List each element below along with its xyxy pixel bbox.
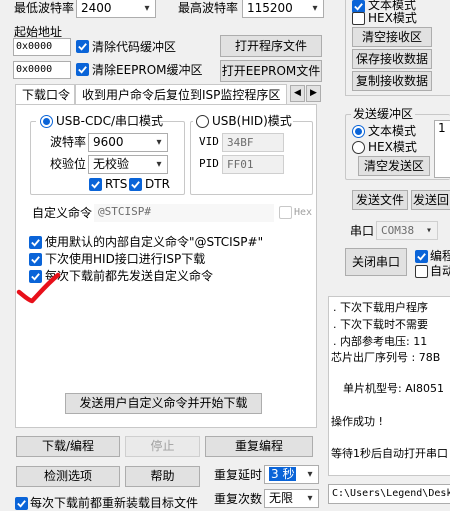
- check-icon: [17, 500, 26, 508]
- send-file-button[interactable]: 发送文件: [352, 190, 408, 210]
- auto-label: 自动: [430, 264, 450, 278]
- repeat-delay-select[interactable]: 3 秒 ▾: [264, 465, 319, 484]
- check-icon: [78, 43, 87, 51]
- stop-button[interactable]: 停止: [125, 436, 200, 457]
- recv-hex-mode-label: HEX模式: [368, 11, 417, 25]
- hex-checkbox[interactable]: [279, 206, 292, 219]
- copy-receive-button[interactable]: 复制接收数据: [352, 71, 432, 91]
- encode-checkbox[interactable]: [415, 250, 428, 263]
- usb-cdc-label: USB-CDC/串口模式: [56, 114, 164, 128]
- send-custom-command-button[interactable]: 发送用户自定义命令并开始下载: [65, 393, 262, 414]
- usb-cdc-radio[interactable]: [40, 115, 53, 128]
- help-button[interactable]: 帮助: [125, 466, 200, 487]
- check-icon: [354, 3, 363, 11]
- max-baud-label: 最高波特率: [178, 1, 239, 15]
- log-line: . 下次下载时不需要: [333, 318, 428, 331]
- port-label: 串口: [350, 224, 375, 238]
- clear-send-button[interactable]: 清空发送区: [358, 156, 430, 176]
- port-select[interactable]: COM38 ▾: [376, 221, 438, 240]
- rts-label: RTS: [105, 177, 128, 191]
- vid-input[interactable]: 34BF: [222, 133, 284, 152]
- log-line: . 内部参考电压: 11: [333, 335, 428, 348]
- chevron-down-icon: ▾: [307, 493, 313, 504]
- baud-label: 波特率: [50, 135, 87, 149]
- log-line: 等待1秒后自动打开串口: [331, 447, 448, 460]
- file-path-input[interactable]: C:\Users\Legend\Desk: [328, 484, 450, 504]
- red-checkmark-annotation: [16, 272, 61, 304]
- open-program-file-button[interactable]: 打开程序文件: [220, 35, 322, 57]
- send-buffer-label: 发送缓冲区: [351, 106, 416, 122]
- log-line: 单片机型号: AI8051: [343, 382, 444, 395]
- eeprom-address-input[interactable]: 0x0000: [13, 61, 71, 79]
- repeat-delay-label: 重复延时: [214, 468, 263, 482]
- custom-command-input[interactable]: @STCISP#: [94, 204, 274, 222]
- baud-select[interactable]: 9600 ▾: [88, 133, 168, 152]
- use-hid-next-label: 下次使用HID接口进行ISP下载: [45, 252, 206, 266]
- pid-input[interactable]: FF01: [222, 155, 284, 174]
- pid-label: PID: [199, 157, 219, 170]
- repeat-program-button[interactable]: 重复编程: [205, 436, 313, 457]
- check-icon: [31, 256, 40, 264]
- custom-command-label: 自定义命令: [32, 206, 93, 220]
- check-icon: [31, 239, 40, 247]
- log-line: 操作成功 !: [331, 415, 383, 428]
- clear-receive-button[interactable]: 清空接收区: [352, 27, 432, 47]
- use-default-command-checkbox[interactable]: [29, 236, 42, 249]
- dtr-checkbox[interactable]: [129, 178, 142, 191]
- parity-select[interactable]: 无校验 ▾: [88, 155, 168, 174]
- send-area[interactable]: 1: [434, 120, 450, 178]
- chevron-down-icon: ▾: [425, 225, 433, 236]
- log-line: . 下次下载用户程序: [333, 301, 428, 314]
- code-address-input[interactable]: 0x0000: [13, 38, 71, 56]
- chevron-down-icon: ▾: [307, 469, 313, 480]
- save-receive-button[interactable]: 保存接收数据: [352, 49, 432, 69]
- dtr-label: DTR: [145, 177, 170, 191]
- send-return-button[interactable]: 发送回: [411, 190, 450, 210]
- tab-scroll-left-button[interactable]: ◀: [290, 85, 305, 102]
- log-output[interactable]: . 下次下载用户程序 . 下次下载时不需要 . 内部参考电压: 11 芯片出厂序…: [328, 296, 450, 476]
- min-baud-label: 最低波特率: [14, 1, 75, 15]
- open-eeprom-file-button[interactable]: 打开EEPROM文件: [220, 60, 322, 82]
- usb-hid-label: USB(HID)模式: [212, 114, 292, 128]
- vid-label: VID: [199, 135, 219, 148]
- close-port-button[interactable]: 关闭串口: [345, 248, 407, 276]
- check-icon: [131, 181, 140, 189]
- tab-download-password[interactable]: 下载口令: [15, 84, 75, 105]
- usb-hid-radio[interactable]: [196, 115, 209, 128]
- repeat-count-select[interactable]: 无限 ▾: [264, 489, 319, 508]
- clear-code-checkbox[interactable]: [76, 40, 89, 53]
- check-icon: [417, 253, 426, 261]
- download-program-button[interactable]: 下载/编程: [16, 436, 120, 457]
- send-hex-mode-radio[interactable]: [352, 141, 365, 154]
- send-text-mode-radio[interactable]: [352, 125, 365, 138]
- tab-scroll-right-button[interactable]: ▶: [306, 85, 321, 102]
- hex-label: Hex: [294, 207, 313, 218]
- parity-label: 校验位: [50, 157, 87, 171]
- tab-reset-isp[interactable]: 收到用户命令后复位到ISP监控程序区: [75, 84, 287, 105]
- reload-file-checkbox[interactable]: [15, 497, 28, 510]
- check-icon: [78, 66, 87, 74]
- use-default-command-label: 使用默认的内部自定义命令"@STCISP#": [45, 235, 264, 249]
- send-hex-mode-label: HEX模式: [368, 140, 417, 154]
- clear-eeprom-label: 清除EEPROM缓冲区: [92, 63, 203, 77]
- chevron-down-icon: ▾: [144, 3, 150, 14]
- clear-code-label: 清除代码缓冲区: [92, 40, 177, 54]
- recv-hex-checkbox[interactable]: [352, 12, 365, 25]
- clear-eeprom-checkbox[interactable]: [76, 63, 89, 76]
- chevron-down-icon: ▾: [156, 137, 162, 148]
- send-text-mode-label: 文本模式: [368, 124, 417, 138]
- reload-file-label: 每次下载前都重新装载目标文件: [30, 496, 199, 510]
- chevron-down-icon: ▾: [312, 3, 318, 14]
- log-line: 芯片出厂序列号 : 78B: [331, 351, 441, 364]
- check-options-button[interactable]: 检测选项: [16, 466, 120, 487]
- min-baud-select[interactable]: 2400 ▾: [76, 0, 156, 18]
- max-baud-select[interactable]: 115200 ▾: [242, 0, 324, 18]
- auto-checkbox[interactable]: [415, 265, 428, 278]
- send-command-before-download-label: 每次下载前都先发送自定义命令: [45, 269, 214, 283]
- chevron-down-icon: ▾: [156, 159, 162, 170]
- rts-checkbox[interactable]: [89, 178, 102, 191]
- repeat-count-label: 重复次数: [214, 492, 263, 506]
- check-icon: [91, 181, 100, 189]
- encode-label: 编程: [430, 249, 450, 263]
